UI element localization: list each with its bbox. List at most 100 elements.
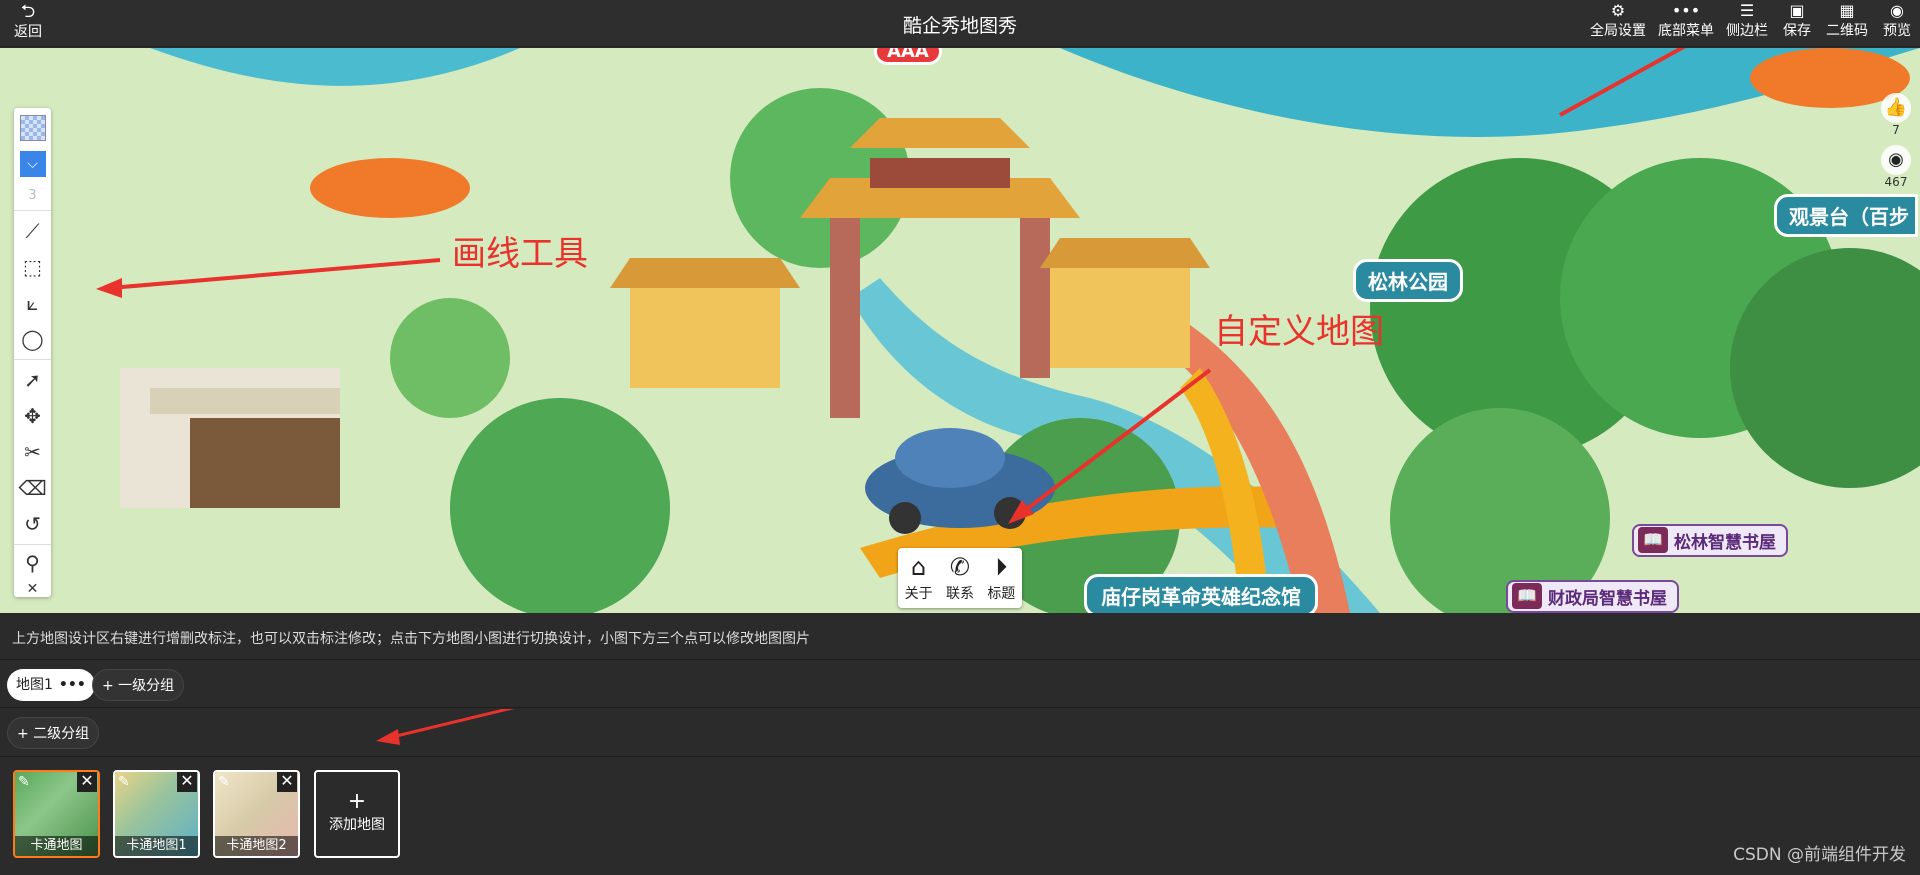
cut-tool-button[interactable]: ✂ <box>14 434 51 470</box>
list-icon: ☰ <box>1739 1 1755 20</box>
dots-icon: ••• <box>1671 1 1701 20</box>
aaa-sign[interactable]: AAA <box>874 48 942 65</box>
annotation-arrow <box>376 709 515 745</box>
watermark: CSDN @前端组件开发 <box>1733 845 1906 865</box>
save-icon: ▣ <box>1789 1 1805 20</box>
select-arrow-icon: ➚ <box>24 368 41 392</box>
book-icon: 📖 <box>1638 527 1668 553</box>
line-tool-button[interactable]: ⟋ <box>14 213 51 249</box>
save-button[interactable]: ▣ 保存 <box>1780 2 1814 40</box>
home-icon: ⌂ <box>911 553 927 581</box>
qrcode-label: 二维码 <box>1826 23 1868 39</box>
polyline-tool-icon: ⟀ <box>26 291 39 315</box>
place-label-viewing-platform[interactable]: 观景台（百步 <box>1774 194 1918 237</box>
qrcode-icon: ▦ <box>1839 1 1855 20</box>
bottom-menu-label: 底部菜单 <box>1658 23 1714 39</box>
thumbs-up-icon: 👍 <box>1881 93 1911 123</box>
views-indicator: ◉ 467 <box>1880 145 1912 189</box>
rectangle-tool-icon: ⬚ <box>23 255 42 279</box>
group-tab-map1[interactable]: 地图1 ••• <box>7 669 95 701</box>
place-label-pine-park[interactable]: 松林公园 <box>1353 259 1463 302</box>
preview-label: 预览 <box>1883 23 1911 39</box>
chevron-down-icon: ⌵ <box>19 151 46 177</box>
edit-tools: ➚ ✥ ✂ ⌫ ↺ <box>14 360 51 545</box>
sidebar-button[interactable]: ☰ 侧边栏 <box>1726 2 1768 40</box>
undo-icon: ↺ <box>24 512 41 536</box>
popup-title-label: 标题 <box>987 586 1016 602</box>
circle-tool-icon: ◯ <box>21 327 44 351</box>
eye-icon: ◉ <box>1881 145 1911 175</box>
style-group: ⌵ 3 <box>14 108 51 211</box>
undo-button[interactable]: ↺ <box>14 506 51 542</box>
annotation-draw-tool: 画线工具 <box>452 234 588 274</box>
map-thumbnail[interactable]: ✎ ✕ 卡通地图2 <box>213 770 300 858</box>
place-label-pine-library[interactable]: 📖 松林智慧书屋 <box>1632 524 1788 557</box>
color-picker-button[interactable]: ⌵ <box>14 146 51 182</box>
pine-library-label: 松林智慧书屋 <box>1674 533 1776 553</box>
thumbnail-name: 卡通地图2 <box>215 836 298 856</box>
thumbnail-name: 卡通地图 <box>15 836 98 856</box>
like-count: 7 <box>1892 123 1900 137</box>
eraser-tool-button[interactable]: ⌫ <box>14 470 51 506</box>
marker-tools: ⚲ ✕ <box>14 545 51 597</box>
add-map-label: 添加地图 <box>329 817 385 833</box>
qrcode-button[interactable]: ▦ 二维码 <box>1826 2 1868 40</box>
select-tool-button[interactable]: ➚ <box>14 362 51 398</box>
close-icon[interactable]: ✕ <box>177 772 197 792</box>
level1-group-row: 地图1 ••• + 一级分组 <box>0 661 1920 708</box>
move-icon: ✥ <box>24 404 41 428</box>
close-icon: ✕ <box>26 581 39 597</box>
add-map-button[interactable]: + 添加地图 <box>314 770 400 858</box>
hint-bar: 上方地图设计区右键进行增删改标注，也可以双击标注修改；点击下方地图小图进行切换设… <box>0 614 1920 660</box>
drawing-toolbar: ⌵ 3 ⟋ ⬚ ⟀ ◯ ➚ ✥ ✂ ⌫ ↺ ⚲ ✕ <box>14 108 51 597</box>
edit-icon[interactable]: ✎ <box>18 774 30 790</box>
map-thumbnail[interactable]: ✎ ✕ 卡通地图 <box>13 770 100 858</box>
close-icon[interactable]: ✕ <box>277 772 297 792</box>
more-options-button[interactable]: ••• <box>59 677 86 693</box>
scissors-icon: ✂ <box>24 440 41 464</box>
edit-icon[interactable]: ✎ <box>218 774 230 790</box>
place-label-finance-library[interactable]: 📖 财政局智慧书屋 <box>1506 580 1679 613</box>
preview-button[interactable]: ◉ 预览 <box>1880 2 1914 40</box>
eraser-icon: ⌫ <box>18 476 47 500</box>
rectangle-tool-button[interactable]: ⬚ <box>14 249 51 285</box>
back-label: 返回 <box>14 24 42 40</box>
line-tool-icon: ⟋ <box>25 219 40 243</box>
view-count: 467 <box>1884 175 1908 189</box>
popup-about-button[interactable]: ⌂ 关于 <box>905 553 933 603</box>
toolbar-right: ⚙ 全局设置 ••• 底部菜单 ☰ 侧边栏 ▣ 保存 ▦ 二维码 ◉ 预览 <box>1590 2 1914 40</box>
circle-tool-button[interactable]: ◯ <box>14 321 51 357</box>
place-label-memorial-hall[interactable]: 庙仔岗革命英雄纪念馆 <box>1084 574 1318 613</box>
level2-group-row: + 二级分组 <box>0 709 1920 757</box>
marker-popup: ⌂ 关于 ✆ 联系 ⏵ 标题 <box>898 548 1022 608</box>
polyline-tool-button[interactable]: ⟀ <box>14 285 51 321</box>
shape-tools: ⟋ ⬚ ⟀ ◯ <box>14 211 51 360</box>
pin-tool-button[interactable]: ⚲ <box>14 545 51 581</box>
popup-contact-button[interactable]: ✆ 联系 <box>946 553 974 603</box>
save-label: 保存 <box>1783 23 1811 39</box>
bottom-menu-button[interactable]: ••• 底部菜单 <box>1658 2 1714 40</box>
stroke-width-value[interactable]: 3 <box>14 182 51 208</box>
pin-icon: ⚲ <box>25 551 40 575</box>
sidebar-label: 侧边栏 <box>1726 23 1768 39</box>
play-circle-icon: ⏵ <box>995 553 1008 581</box>
fill-pattern-button[interactable] <box>14 110 51 146</box>
plus-icon: + <box>347 789 367 814</box>
like-button[interactable]: 👍 7 <box>1880 93 1912 137</box>
global-settings-button[interactable]: ⚙ 全局设置 <box>1590 2 1646 40</box>
popup-about-label: 关于 <box>904 586 933 602</box>
map-canvas[interactable]: ⌵ 3 ⟋ ⬚ ⟀ ◯ ➚ ✥ ✂ ⌫ ↺ ⚲ ✕ 👍 7 ◉ 467 画线工具… <box>0 48 1920 613</box>
add-level1-group-button[interactable]: + 一级分组 <box>92 669 185 701</box>
close-tool-button[interactable]: ✕ <box>14 581 51 597</box>
thumbnail-name: 卡通地图1 <box>115 836 198 856</box>
popup-title-button[interactable]: ⏵ 标题 <box>987 553 1015 603</box>
back-arrow-icon: ⮌ <box>20 1 36 22</box>
back-button[interactable]: ⮌ 返回 <box>10 3 46 41</box>
finance-library-label: 财政局智慧书屋 <box>1548 589 1667 609</box>
edit-icon[interactable]: ✎ <box>118 774 130 790</box>
move-tool-button[interactable]: ✥ <box>14 398 51 434</box>
close-icon[interactable]: ✕ <box>77 772 97 792</box>
popup-contact-label: 联系 <box>945 586 974 602</box>
map-thumbnail[interactable]: ✎ ✕ 卡通地图1 <box>113 770 200 858</box>
eye-icon: ◉ <box>1890 1 1904 20</box>
